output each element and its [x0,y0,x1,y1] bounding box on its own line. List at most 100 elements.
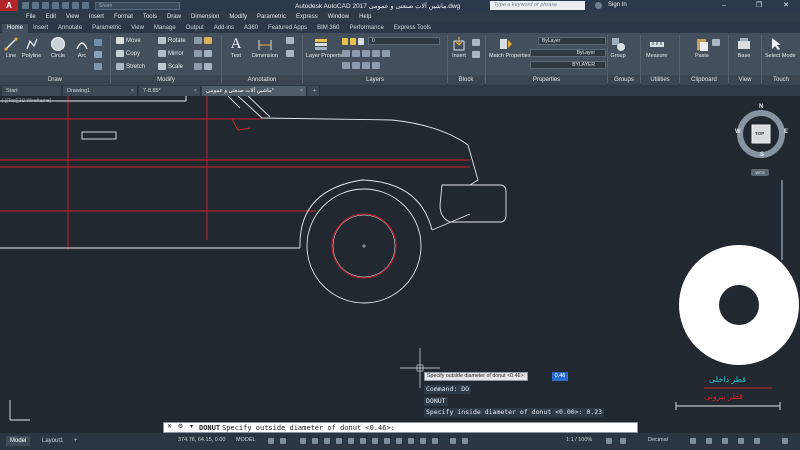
menu-dimension[interactable]: Dimension [191,14,219,20]
match-properties-tool[interactable]: Match Properties [489,36,531,59]
object-snap-icon[interactable] [348,438,354,444]
drawing-area[interactable]: [-][Top][2D Wireframe] N S E W TOP WCS ق… [0,96,800,422]
viewcube-east[interactable]: E [784,129,788,135]
move-tool[interactable]: Move [116,37,141,44]
tab-a360[interactable]: A360 [239,24,263,33]
close-icon[interactable]: × [300,86,303,96]
tab-output[interactable]: Output [181,24,209,33]
modify-extra-4[interactable] [204,50,212,57]
rotate-tool[interactable]: Rotate [158,37,186,44]
tab-performance[interactable]: Performance [344,24,388,33]
add-layout-button[interactable]: + [70,436,82,446]
menu-window[interactable]: Window [328,14,349,20]
tab-bim-360[interactable]: BIM 360 [312,24,344,33]
wrench-icon[interactable]: ⚙ [175,423,186,432]
annotation-extra-2[interactable] [286,50,294,57]
tab-layout1[interactable]: Layout1 [38,436,67,446]
clipboard-panel-title[interactable]: Clipboard [680,75,728,85]
help-search-input[interactable]: Type a keyword or phrase [490,1,585,10]
modify-extra-1[interactable] [194,37,202,44]
model-space-toggle[interactable]: MODEL [236,437,256,443]
autocad-logo-icon[interactable]: A [0,0,18,11]
draw-panel-title[interactable]: Draw [0,75,110,85]
block-create-button[interactable] [472,39,480,46]
layer-properties-tool[interactable]: Layer Properties [306,36,346,59]
modify-panel-title[interactable]: Modify [111,75,221,85]
tab-annotate[interactable]: Annotate [53,24,87,33]
grid-icon[interactable] [268,438,274,444]
tab-insert[interactable]: Insert [28,24,53,33]
tab-manage[interactable]: Manage [149,24,181,33]
save-as-icon[interactable] [52,2,59,9]
selection-cycling-icon[interactable] [384,438,390,444]
copy-clip-button[interactable] [712,39,720,46]
draw-extra-3[interactable] [94,63,102,70]
annotation-monitor-icon[interactable] [620,438,626,444]
dynamic-ucs-icon[interactable] [408,438,414,444]
copy-tool[interactable]: Copy [116,50,140,57]
ucs-menu[interactable]: WCS [751,169,769,176]
layer-dropdown[interactable]: 0 [368,37,440,45]
quick-properties-icon[interactable] [690,438,696,444]
tab-parametric[interactable]: Parametric [87,24,126,33]
close-button[interactable]: ✕ [772,0,800,11]
auto-scale-icon[interactable] [462,438,468,444]
undo-icon[interactable] [72,2,79,9]
open-icon[interactable] [32,2,39,9]
color-dropdown[interactable]: ByLayer [538,37,606,45]
tab-home[interactable]: Home [2,24,29,33]
viewcube-west[interactable]: W [735,129,741,135]
stretch-tool[interactable]: Stretch [116,63,145,70]
3d-osnap-icon[interactable] [396,438,402,444]
layer-tools-row-2[interactable] [342,50,390,57]
layers-panel-title[interactable]: Layers [303,75,447,85]
draw-extra-1[interactable] [94,39,102,46]
command-line[interactable]: ✕ ⚙ ▾ DONUT Specify outside diameter of … [163,422,638,433]
units-readout[interactable]: Decimal [648,437,668,443]
snap-icon[interactable] [280,438,286,444]
doc-tab-active[interactable]: ماشین آلات صنعتی و عمومی* × [202,86,307,96]
modify-extra-6[interactable] [204,63,212,70]
viewcube-south[interactable]: S [760,152,764,158]
redo-icon[interactable] [82,2,89,9]
select-mode-tool[interactable]: Select Mode [765,36,796,59]
menu-express[interactable]: Express [296,14,318,20]
close-icon[interactable]: × [194,86,197,96]
restore-button[interactable]: ❐ [745,0,773,11]
doc-tab-7-8-85[interactable]: 7-8.85* × [139,86,201,96]
minimize-button[interactable]: – [710,0,738,11]
text-tool[interactable]: A Text [228,36,244,60]
menu-help[interactable]: Help [359,14,371,20]
modify-extra-2[interactable] [204,37,212,44]
linetype-dropdown[interactable]: ByLayer [530,49,606,57]
annotation-extra-1[interactable] [286,37,294,44]
measure-tool[interactable]: Measure [646,36,667,59]
viewcube-north[interactable]: N [759,104,763,110]
view-panel-title[interactable]: View [729,75,761,85]
properties-panel-title[interactable]: Properties [486,75,607,85]
tab-express-tools[interactable]: Express Tools [389,24,436,33]
doc-tab-start[interactable]: Start [2,86,62,96]
ortho-icon[interactable] [300,438,306,444]
lineweight-icon[interactable] [360,438,366,444]
tab-featured-apps[interactable]: Featured Apps [263,24,312,33]
scale-tool[interactable]: Scale [158,63,183,70]
polyline-tool[interactable]: Polyline [22,36,41,59]
utilities-panel-title[interactable]: Utilities [641,75,679,85]
dimension-tool[interactable]: Dimension [252,36,278,59]
modify-extra-3[interactable] [194,50,202,57]
dynamic-input-value[interactable]: 0.46 [552,372,568,381]
close-icon[interactable]: × [131,86,134,96]
gizmo-icon[interactable] [432,438,438,444]
menu-tools[interactable]: Tools [143,14,157,20]
group-tool[interactable]: Group [610,36,626,59]
hardware-acceleration-icon[interactable] [738,438,744,444]
sign-in-button[interactable]: Sign In [608,2,627,8]
save-icon[interactable] [42,2,49,9]
doc-tab-drawing1[interactable]: Drawing1 × [63,86,138,96]
paste-tool[interactable]: Paste [694,36,710,59]
insert-tool[interactable]: Insert [451,36,467,59]
annotation-scale[interactable]: 1:1 / 100% [566,437,592,443]
object-track-icon[interactable] [336,438,342,444]
workspace-icon[interactable] [606,438,612,444]
